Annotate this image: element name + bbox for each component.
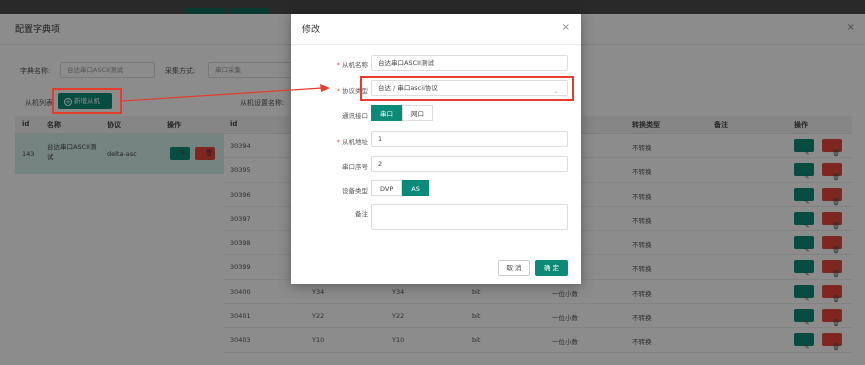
annotation-arrow-icon [121,84,330,102]
